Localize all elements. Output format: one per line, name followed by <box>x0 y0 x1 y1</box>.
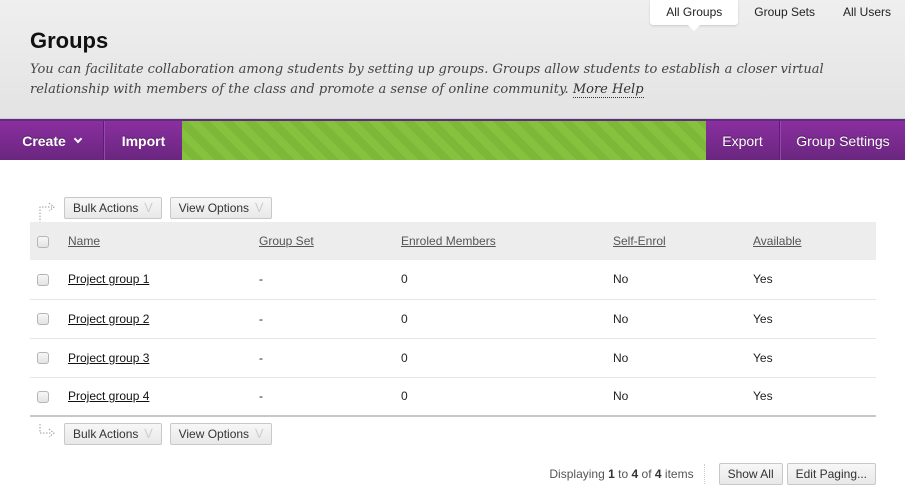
list-toolbar-bottom: Bulk Actions ⋁ View Options ⋁ <box>30 423 280 445</box>
bulk-actions-label: Bulk Actions <box>73 201 139 215</box>
groups-table: Name Group Set Enroled Members Self-Enro… <box>30 222 876 417</box>
self-enrol-cell: No <box>613 272 629 287</box>
more-help-link[interactable]: More Help <box>572 82 644 98</box>
show-all-button[interactable]: Show All <box>718 463 783 485</box>
paging-of-word: of <box>641 467 652 481</box>
paging-bar: Displaying 1 to 4 of 4 items Show All Ed… <box>549 463 876 485</box>
table-header-row: Name Group Set Enroled Members Self-Enro… <box>30 222 876 260</box>
page-header: All Groups Group Sets All Users Groups Y… <box>0 0 905 119</box>
group-set-cell: - <box>259 389 263 404</box>
page-description: You can facilitate collaboration among s… <box>30 60 890 100</box>
table-row: Project group 4 - 0 No Yes <box>30 377 876 416</box>
bulk-actions-label: Bulk Actions <box>73 427 139 441</box>
group-name-link[interactable]: Project group 4 <box>68 389 149 403</box>
chevron-down-icon <box>73 134 83 143</box>
view-options-label: View Options <box>178 427 250 441</box>
column-header-available: Available <box>753 222 876 260</box>
view-options-button[interactable]: View Options ⋁ <box>169 423 273 445</box>
view-tabs: All Groups Group Sets All Users <box>650 0 905 31</box>
tab-group-sets[interactable]: Group Sets <box>740 0 829 25</box>
create-button[interactable]: Create <box>0 121 104 160</box>
column-header-group-set: Group Set <box>259 222 401 260</box>
self-enrol-cell: No <box>613 389 629 404</box>
bulk-actions-button[interactable]: Bulk Actions ⋁ <box>64 197 162 219</box>
row-checkbox[interactable] <box>37 352 49 365</box>
select-all-checkbox[interactable] <box>37 235 49 248</box>
self-enrol-cell: No <box>613 350 629 365</box>
column-header-enroled-members: Enroled Members <box>401 222 613 260</box>
paging-status: Displaying 1 to 4 of 4 items <box>549 467 693 481</box>
paging-to-word: to <box>618 467 629 481</box>
sort-self-enrol[interactable]: Self-Enrol <box>613 234 666 248</box>
available-cell: Yes <box>753 389 773 404</box>
paging-divider <box>703 464 705 484</box>
import-button[interactable]: Import <box>104 121 182 160</box>
table-row: Project group 1 - 0 No Yes <box>30 260 876 299</box>
tab-all-users[interactable]: All Users <box>829 0 905 25</box>
list-toolbar-top: Bulk Actions ⋁ View Options ⋁ <box>30 197 280 223</box>
table-row: Project group 3 - 0 No Yes <box>30 338 876 377</box>
row-checkbox[interactable] <box>37 313 49 326</box>
double-chevron-down-icon: ⋁ <box>255 428 264 439</box>
members-cell: 0 <box>401 272 408 287</box>
group-set-cell: - <box>259 311 263 326</box>
group-settings-button[interactable]: Group Settings <box>780 121 905 160</box>
available-cell: Yes <box>753 311 773 326</box>
edit-paging-button[interactable]: Edit Paging... <box>786 463 876 485</box>
paging-to: 4 <box>631 467 639 481</box>
table-row: Project group 2 - 0 No Yes <box>30 299 876 338</box>
description-text: You can facilitate collaboration among s… <box>30 62 824 97</box>
members-cell: 0 <box>401 389 408 404</box>
group-set-cell: - <box>259 272 263 287</box>
members-cell: 0 <box>401 350 408 365</box>
group-name-link[interactable]: Project group 2 <box>68 312 149 326</box>
group-name-link[interactable]: Project group 3 <box>68 351 149 365</box>
export-button[interactable]: Export <box>706 121 780 160</box>
paging-total: 4 <box>654 467 662 481</box>
row-checkbox[interactable] <box>37 391 49 404</box>
group-name-link[interactable]: Project group 1 <box>68 272 149 286</box>
view-options-button[interactable]: View Options ⋁ <box>169 197 273 219</box>
sort-available[interactable]: Available <box>753 234 801 248</box>
column-header-name: Name <box>68 222 259 260</box>
view-options-label: View Options <box>178 201 250 215</box>
select-all-cell <box>30 222 68 260</box>
paging-from: 1 <box>608 467 615 481</box>
available-cell: Yes <box>753 272 773 287</box>
action-bar-spacer <box>182 121 706 160</box>
available-cell: Yes <box>753 350 773 365</box>
sort-name[interactable]: Name <box>68 234 100 248</box>
column-header-self-enrol: Self-Enrol <box>613 222 753 260</box>
paging-suffix: items <box>664 467 694 481</box>
double-chevron-down-icon: ⋁ <box>144 202 153 213</box>
arrow-down-right-icon <box>30 197 64 223</box>
action-bar: Create Import Export Group Settings <box>0 119 905 160</box>
create-label: Create <box>22 132 66 149</box>
double-chevron-down-icon: ⋁ <box>144 428 153 439</box>
self-enrol-cell: No <box>613 311 629 326</box>
double-chevron-down-icon: ⋁ <box>255 202 264 213</box>
tab-all-groups[interactable]: All Groups <box>650 0 739 31</box>
paging-prefix: Displaying <box>549 467 605 481</box>
sort-group-set[interactable]: Group Set <box>259 234 314 248</box>
page-title: Groups <box>30 28 109 53</box>
arrow-down-right-icon <box>30 423 64 445</box>
group-set-cell: - <box>259 350 263 365</box>
members-cell: 0 <box>401 311 408 326</box>
row-checkbox[interactable] <box>37 274 49 287</box>
bulk-actions-button[interactable]: Bulk Actions ⋁ <box>64 423 162 445</box>
sort-enroled-members[interactable]: Enroled Members <box>401 234 496 248</box>
